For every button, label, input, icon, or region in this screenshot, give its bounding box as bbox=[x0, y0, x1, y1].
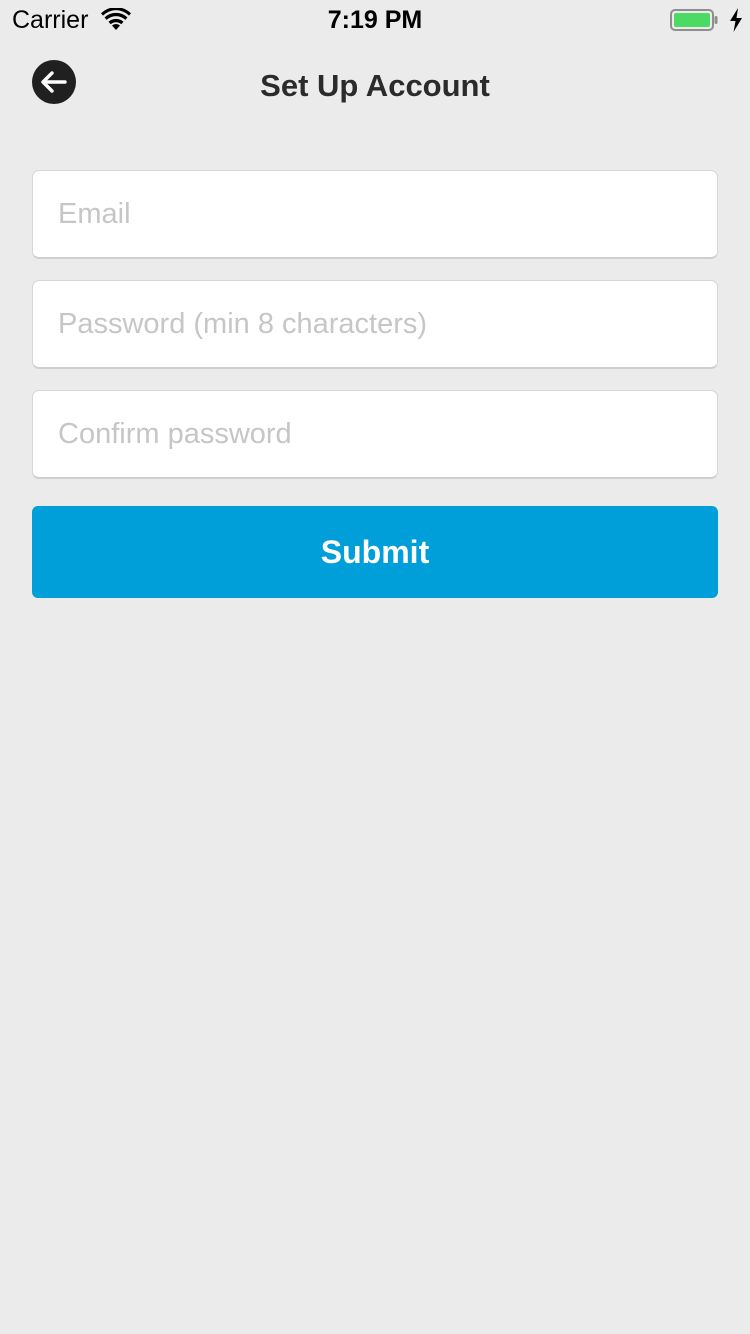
header: Set Up Account bbox=[0, 50, 750, 122]
page-title: Set Up Account bbox=[260, 68, 490, 103]
screen: Carrier 7:19 PM Set Up Account Email Sub… bbox=[0, 0, 750, 1334]
confirm-password-input[interactable] bbox=[32, 390, 718, 479]
setup-account-form: Submit bbox=[32, 170, 718, 598]
status-time: 7:19 PM bbox=[327, 6, 423, 34]
battery-icon bbox=[670, 9, 718, 31]
status-bar: Carrier 7:19 PM bbox=[0, 0, 750, 40]
password-input[interactable] bbox=[32, 280, 718, 369]
charging-bolt-icon bbox=[730, 8, 742, 32]
email-input[interactable] bbox=[32, 170, 718, 259]
submit-button[interactable]: Submit bbox=[32, 506, 718, 598]
